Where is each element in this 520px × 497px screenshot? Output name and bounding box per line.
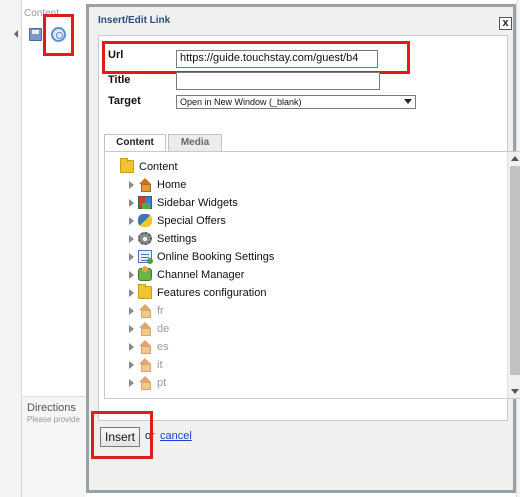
tree-item-label: Settings: [157, 233, 197, 245]
tree-item-label: it: [157, 359, 163, 371]
tree-item-label: Channel Manager: [157, 269, 245, 281]
home-icon: [138, 340, 152, 354]
title-input[interactable]: [176, 72, 380, 90]
widgets-icon: [138, 196, 152, 209]
scroll-thumb[interactable]: [510, 166, 520, 375]
content-tree-panel: Content Home Sidebar Widgets Special Offer…: [104, 151, 520, 399]
target-selected-value: Open in New Window (_blank): [180, 97, 302, 107]
target-select[interactable]: Open in New Window (_blank): [176, 95, 416, 109]
scroll-down-icon[interactable]: [511, 389, 519, 394]
gear-icon: [138, 232, 152, 245]
home-icon: [138, 304, 152, 318]
toolbar-highlight-box: [43, 14, 74, 56]
title-label: Title: [108, 74, 131, 86]
home-icon: [138, 358, 152, 372]
expand-arrow-icon[interactable]: [129, 361, 134, 369]
directions-title: Directions: [27, 402, 76, 414]
expand-arrow-icon[interactable]: [129, 181, 134, 189]
tree-item-label: Sidebar Widgets: [157, 197, 238, 209]
tree-item-label: de: [157, 323, 170, 335]
link-form-panel: Url https://guide.touchstay.com/guest/b4…: [98, 35, 520, 421]
folder-icon: [138, 284, 152, 299]
cancel-link[interactable]: cancel: [160, 430, 192, 442]
home-icon: [138, 376, 152, 390]
tree-item-label: pt: [157, 377, 167, 389]
tree-scrollbar[interactable]: [507, 152, 520, 398]
tree-item-label: Features configuration: [157, 287, 267, 299]
booking-icon: [138, 250, 153, 264]
dialog-titlebar[interactable]: Insert/Edit Link x: [89, 7, 513, 35]
expand-arrow-icon[interactable]: [129, 307, 134, 315]
chevron-down-icon: [404, 99, 412, 104]
tree-item-label: Content: [139, 161, 178, 173]
home-icon: [138, 178, 152, 192]
expand-arrow-icon[interactable]: [129, 325, 134, 333]
toolbar-collapse-icon[interactable]: [14, 30, 18, 38]
tree-item-label: fr: [157, 305, 164, 317]
expand-arrow-icon[interactable]: [129, 217, 134, 225]
insert-highlight-box: [91, 411, 153, 459]
content-tree: Content Home Sidebar Widgets Special Offer…: [105, 152, 507, 398]
tree-item-label: Home: [157, 179, 187, 191]
scroll-up-icon[interactable]: [511, 156, 519, 161]
home-icon: [138, 322, 152, 336]
close-button[interactable]: x: [499, 17, 512, 30]
tree-item-label: Online Booking Settings: [157, 251, 275, 263]
expand-arrow-icon[interactable]: [129, 289, 134, 297]
save-icon[interactable]: [29, 28, 42, 41]
tree-item-label: es: [157, 341, 169, 353]
channel-icon: [138, 266, 152, 281]
expand-arrow-icon[interactable]: [129, 379, 134, 387]
expand-arrow-icon[interactable]: [129, 343, 134, 351]
expand-arrow-icon[interactable]: [129, 235, 134, 243]
target-label: Target: [108, 95, 141, 107]
expand-arrow-icon[interactable]: [129, 199, 134, 207]
url-highlight-box: [102, 41, 410, 74]
python-icon: [138, 214, 152, 227]
expand-arrow-icon[interactable]: [129, 271, 134, 279]
page-left-gutter: [0, 0, 22, 497]
dialog-title: Insert/Edit Link: [98, 15, 171, 26]
tree-item-label: Special Offers: [157, 215, 226, 227]
tab-media[interactable]: Media: [168, 134, 222, 151]
tab-content[interactable]: Content: [104, 134, 166, 152]
expand-arrow-icon[interactable]: [129, 253, 134, 261]
directions-hint: Please provide: [27, 415, 80, 424]
folder-icon: [120, 158, 134, 173]
insert-edit-link-dialog: Insert/Edit Link x Url https://guide.tou…: [86, 4, 520, 493]
